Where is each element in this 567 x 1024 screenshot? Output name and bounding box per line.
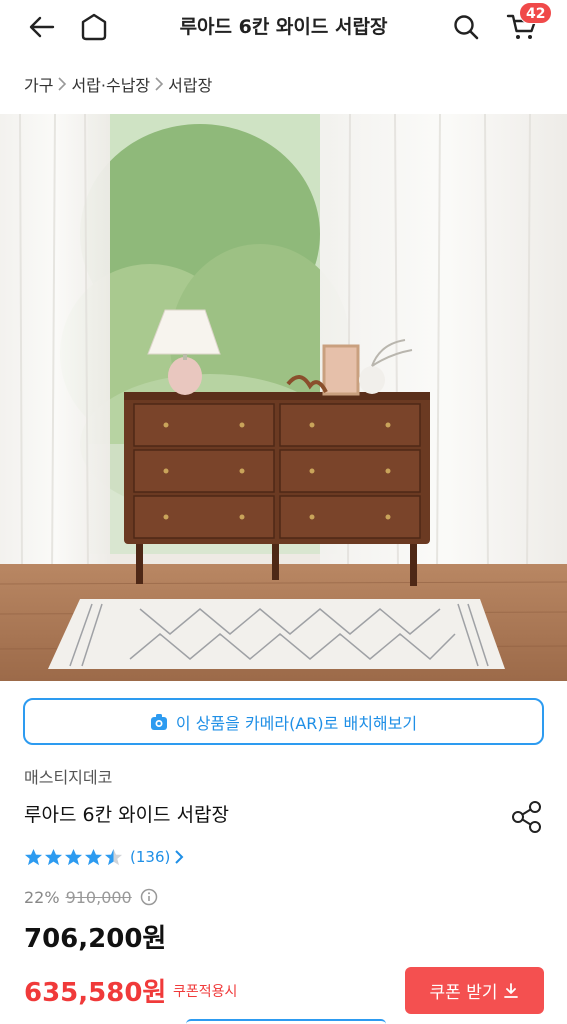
coupon-price: 635,580원	[24, 978, 167, 1008]
star-icon	[104, 848, 123, 865]
chevron-right-icon	[174, 850, 184, 864]
camera-icon	[150, 713, 168, 731]
star-icon	[64, 848, 83, 865]
sale-price: 706,200원	[24, 924, 167, 954]
brand-name[interactable]: 매스티지데코	[24, 764, 112, 788]
get-coupon-button[interactable]: 쿠폰 받기	[405, 967, 544, 1014]
ar-view-label: 이 상품을 카메라(AR)로 배치해보기	[175, 713, 418, 733]
page-title: 루아드 6칸 와이드 서랍장	[179, 16, 388, 38]
product-title: 루아드 6칸 와이드 서랍장	[24, 804, 230, 826]
product-image[interactable]	[0, 114, 567, 681]
star-icon	[44, 848, 63, 865]
breadcrumb: 가구 서랍·수납장 서랍장	[24, 68, 212, 100]
get-coupon-label: 쿠폰 받기	[429, 983, 498, 1003]
review-count[interactable]: (136)	[130, 848, 170, 866]
breadcrumb-item[interactable]: 가구	[24, 72, 53, 96]
ar-view-button[interactable]: 이 상품을 카메라(AR)로 배치해보기	[23, 698, 544, 745]
cart-count-badge: 42	[519, 2, 553, 24]
download-icon	[503, 982, 519, 999]
original-price: 910,000	[65, 887, 132, 907]
breadcrumb-item[interactable]: 서랍·수납장	[71, 72, 150, 96]
original-price-row: 22% 910,000	[24, 885, 158, 909]
back-arrow-icon[interactable]	[22, 7, 62, 47]
chevron-right-icon	[150, 77, 168, 91]
bottom-sheet-edge	[186, 1019, 386, 1024]
star-rating	[24, 848, 124, 867]
star-icon	[24, 848, 43, 865]
home-icon[interactable]	[74, 7, 114, 47]
star-icon	[84, 848, 103, 865]
breadcrumb-item[interactable]: 서랍장	[168, 72, 212, 96]
discount-rate: 22%	[24, 887, 60, 907]
info-icon[interactable]	[140, 888, 158, 906]
share-icon[interactable]	[508, 798, 546, 836]
chevron-right-icon	[53, 77, 71, 91]
rating-row[interactable]: (136)	[24, 844, 184, 870]
top-bar: 루아드 6칸 와이드 서랍장 42	[0, 0, 567, 54]
search-icon[interactable]	[446, 7, 486, 47]
coupon-price-label: 쿠폰적용시	[173, 984, 238, 1000]
